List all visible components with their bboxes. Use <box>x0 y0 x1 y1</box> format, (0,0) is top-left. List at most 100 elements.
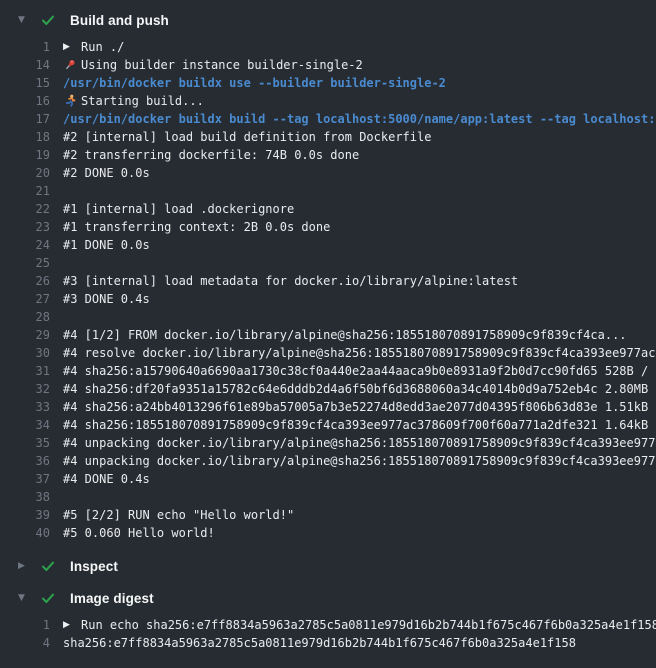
log-text: #4 sha256:a24bb4013296f61e89ba57005a7b3e… <box>63 400 656 414</box>
line-number[interactable]: 37 <box>0 472 50 486</box>
log-line: 33 #4 sha256:a24bb4013296f61e89ba57005a7b… <box>0 398 656 416</box>
log-text: #2 DONE 0.0s <box>63 166 150 180</box>
line-number[interactable]: 1 <box>0 40 50 54</box>
chevron-right-icon: ▶ <box>18 561 32 571</box>
log-line: 30 #4 resolve docker.io/library/alpine@sh… <box>0 344 656 362</box>
log-line: 27 #3 DONE 0.4s <box>0 290 656 308</box>
log-text: Using builder instance builder-single-2 <box>63 58 363 72</box>
log-text: #5 [2/2] RUN echo "Hello world!" <box>63 508 294 522</box>
log-line: 34 #4 sha256:185518070891758909c9f839cf4c… <box>0 416 656 434</box>
chevron-down-icon: ▼ <box>18 593 32 603</box>
line-number[interactable]: 40 <box>0 526 50 540</box>
log-text: #4 sha256:df20fa9351a15782c64e6dddb2d4a6… <box>63 382 656 396</box>
section-title: Image digest <box>70 591 154 606</box>
chevron-down-icon: ▼ <box>18 15 32 25</box>
log-lines: 1 ▶Run ./ 14 Using builder instance builder… <box>0 38 656 542</box>
log-line: 37 #4 DONE 0.4s <box>0 470 656 488</box>
log-text: #1 [internal] load .dockerignore <box>63 202 294 216</box>
line-number[interactable]: 19 <box>0 148 50 162</box>
play-icon[interactable]: ▶ <box>63 42 81 52</box>
line-number[interactable]: 4 <box>0 636 50 650</box>
section-title: Inspect <box>70 559 118 574</box>
line-number[interactable]: 27 <box>0 292 50 306</box>
log-text: #4 resolve docker.io/library/alpine@sha2… <box>63 346 656 360</box>
line-number[interactable]: 33 <box>0 400 50 414</box>
line-number[interactable]: 14 <box>0 58 50 72</box>
line-number[interactable]: 34 <box>0 418 50 432</box>
log-text: #4 sha256:185518070891758909c9f839cf4ca3… <box>63 418 656 432</box>
log-text: #4 DONE 0.4s <box>63 472 150 486</box>
section-header-inspect[interactable]: ▶ Inspect <box>0 556 656 576</box>
check-icon <box>40 12 56 28</box>
log-text: Starting build... <box>63 94 204 108</box>
log-text: /usr/bin/docker buildx use --builder bui… <box>63 76 446 90</box>
check-icon <box>40 590 56 606</box>
line-number[interactable]: 17 <box>0 112 50 126</box>
log-line: 35 #4 unpacking docker.io/library/alpine@… <box>0 434 656 452</box>
line-number[interactable]: 16 <box>0 94 50 108</box>
line-number[interactable]: 39 <box>0 508 50 522</box>
log-text: #4 [1/2] FROM docker.io/library/alpine@s… <box>63 328 627 342</box>
line-number[interactable]: 18 <box>0 130 50 144</box>
log-line: 23 #1 transferring context: 2B 0.0s done <box>0 218 656 236</box>
line-number[interactable]: 15 <box>0 76 50 90</box>
log-text: #4 unpacking docker.io/library/alpine@sh… <box>63 436 656 450</box>
log-line: 21 <box>0 182 656 200</box>
line-number[interactable]: 28 <box>0 310 50 324</box>
log-line: 24 #1 DONE 0.0s <box>0 236 656 254</box>
line-number[interactable]: 29 <box>0 328 50 342</box>
log-text: #5 0.060 Hello world! <box>63 526 215 540</box>
log-lines: 1 ▶Run echo sha256:e7ff8834a5963a2785c5a0… <box>0 616 656 652</box>
log-line: 18 #2 [internal] load build definition fr… <box>0 128 656 146</box>
line-number[interactable]: 36 <box>0 454 50 468</box>
log-line: 31#4 sha256:a15790640a6690aa1730c38cf0a4… <box>0 362 656 380</box>
log-line: 29 #4 [1/2] FROM docker.io/library/alpine… <box>0 326 656 344</box>
line-number[interactable]: 30 <box>0 346 50 360</box>
log-line: 38 <box>0 488 656 506</box>
line-number[interactable]: 32 <box>0 382 50 396</box>
log-text: #2 transferring dockerfile: 74B 0.0s don… <box>63 148 359 162</box>
section-header-build-and-push[interactable]: ▼ Build and push <box>0 10 656 30</box>
play-icon[interactable]: ▶ <box>63 620 81 630</box>
log-line: 28 <box>0 308 656 326</box>
section-header-image-digest[interactable]: ▼ Image digest <box>0 588 656 608</box>
runner-icon <box>63 94 81 108</box>
log-line: 25 <box>0 254 656 272</box>
log-line: 16 Starting build... <box>0 92 656 110</box>
log-line: 20 #2 DONE 0.0s <box>0 164 656 182</box>
line-number[interactable]: 24 <box>0 238 50 252</box>
log-line: 32 #4 sha256:df20fa9351a15782c64e6dddb2d4… <box>0 380 656 398</box>
log-line: 19 #2 transferring dockerfile: 74B 0.0s d… <box>0 146 656 164</box>
log-text: #2 [internal] load build definition from… <box>63 130 431 144</box>
line-number[interactable]: 23 <box>0 220 50 234</box>
line-number[interactable]: 21 <box>0 184 50 198</box>
log-text: /usr/bin/docker buildx build --tag local… <box>63 112 656 126</box>
log-text: #3 DONE 0.4s <box>63 292 150 306</box>
line-number[interactable]: 25 <box>0 256 50 270</box>
line-number[interactable]: 22 <box>0 202 50 216</box>
log-text: ▶Run echo sha256:e7ff8834a5963a2785c5a08… <box>63 618 656 632</box>
log-text: #1 DONE 0.0s <box>63 238 150 252</box>
pushpin-icon <box>63 58 81 72</box>
log-text: #4 unpacking docker.io/library/alpine@sh… <box>63 454 656 468</box>
line-number[interactable]: 31 <box>0 364 50 378</box>
line-number[interactable]: 1 <box>0 618 50 632</box>
line-number[interactable]: 38 <box>0 490 50 504</box>
section-title: Build and push <box>70 13 169 28</box>
line-number[interactable]: 20 <box>0 166 50 180</box>
section-image-digest: ▼ Image digest 1 ▶Run echo sha256:e7ff883… <box>0 588 656 652</box>
log-line: 1 ▶Run echo sha256:e7ff8834a5963a2785c5a0… <box>0 616 656 634</box>
log-line: 1 ▶Run ./ <box>0 38 656 56</box>
log-line: 17/usr/bin/docker buildx build --tag loc… <box>0 110 656 128</box>
log-text: #3 [internal] load metadata for docker.i… <box>63 274 518 288</box>
log-line: 14 Using builder instance builder-single-… <box>0 56 656 74</box>
log-line: 15/usr/bin/docker buildx use --builder b… <box>0 74 656 92</box>
log-line: 36 #4 unpacking docker.io/library/alpine@… <box>0 452 656 470</box>
line-number[interactable]: 35 <box>0 436 50 450</box>
log-line: 22 #1 [internal] load .dockerignore <box>0 200 656 218</box>
line-number[interactable]: 26 <box>0 274 50 288</box>
log-text: ▶Run ./ <box>63 40 124 54</box>
section-inspect: ▶ Inspect <box>0 556 656 576</box>
log-text: #1 transferring context: 2B 0.0s done <box>63 220 330 234</box>
log-line: 40 #5 0.060 Hello world! <box>0 524 656 542</box>
